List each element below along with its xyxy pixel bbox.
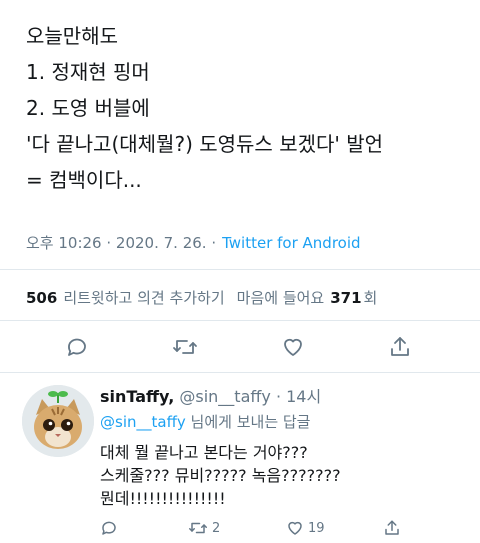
reply-handle-time[interactable]: @sin__taffy · 14시 xyxy=(179,387,321,406)
tweet-stats: 506 리트윗하고 의견 추가하기 마음에 들어요 371 회 xyxy=(26,287,377,308)
retweets-label[interactable]: 리트윗하고 의견 추가하기 xyxy=(63,287,224,308)
avatar[interactable] xyxy=(22,385,94,457)
tweet-line: '다 끝나고(대체뭘?) 도영듀스 보겠다' 발언 xyxy=(26,132,384,156)
likes-count[interactable]: 371 xyxy=(330,289,361,307)
divider xyxy=(0,320,480,321)
reply-icon[interactable] xyxy=(63,333,91,361)
divider xyxy=(0,372,480,373)
like-icon[interactable] xyxy=(279,333,307,361)
share-icon[interactable] xyxy=(386,333,414,361)
tweet-source-link[interactable]: Twitter for Android xyxy=(222,234,360,252)
reply-reply-icon[interactable] xyxy=(100,519,118,537)
reply-header: sinTaffy, @sin__taffy · 14시 xyxy=(100,383,321,407)
divider xyxy=(0,269,480,270)
tweet-action-bar xyxy=(0,333,480,363)
tweet-text: 오늘만해도 1. 정재현 핑머 2. 도영 버블에 '다 끝나고(대체뭘?) 도… xyxy=(26,18,383,198)
likes-suffix: 회 xyxy=(363,289,378,307)
retweet-icon xyxy=(189,522,207,534)
reply-line: 스케줄??? 뮤비????? 녹음??????? xyxy=(100,466,341,485)
retweet-icon[interactable] xyxy=(171,333,199,361)
tweet-timestamp[interactable]: 오후 10:26 · 2020. 7. 26. · xyxy=(26,232,216,253)
retweets-count[interactable]: 506 xyxy=(26,289,57,307)
tweet-line: 1. 정재현 핑머 xyxy=(26,60,150,84)
replying-to: @sin__taffy 님에게 보내는 답글 xyxy=(100,411,311,432)
reply-retweet-button[interactable]: 2 xyxy=(188,519,220,537)
reply-action-bar: 2 19 xyxy=(100,519,460,543)
reply-author-name[interactable]: sinTaffy, xyxy=(100,387,174,406)
reply-like-button[interactable]: 19 xyxy=(286,519,325,537)
reply-line: 대체 뭘 끝나고 본다는 거야??? xyxy=(100,443,308,462)
likes-label[interactable]: 마음에 들어요 xyxy=(237,287,325,308)
reply-share-icon[interactable] xyxy=(383,519,401,537)
tweet-meta: 오후 10:26 · 2020. 7. 26. · Twitter for An… xyxy=(26,232,361,253)
tweet-line: 오늘만해도 xyxy=(26,24,118,48)
replying-to-suffix: 님에게 보내는 답글 xyxy=(185,413,311,431)
reply-line: 뭔데!!!!!!!!!!!!!!! xyxy=(100,489,226,508)
tweet-line: = 컴백이다... xyxy=(26,168,142,192)
reply-text: 대체 뭘 끝나고 본다는 거야??? 스케줄??? 뮤비????? 녹음????… xyxy=(100,441,341,510)
reply-like-count: 19 xyxy=(308,520,325,536)
like-icon xyxy=(288,521,302,535)
reply-retweet-count: 2 xyxy=(212,520,221,536)
tweet-line: 2. 도영 버블에 xyxy=(26,96,150,120)
replying-to-handle[interactable]: @sin__taffy xyxy=(100,413,186,431)
